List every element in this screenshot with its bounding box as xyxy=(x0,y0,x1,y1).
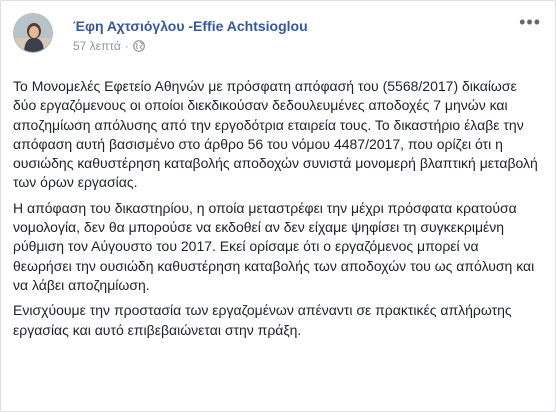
avatar[interactable] xyxy=(13,13,53,53)
post-meta: 57 λεπτά · xyxy=(73,39,145,53)
post-paragraph-2: Η απόφαση του δικαστηρίου, η οποία μετασ… xyxy=(13,199,535,293)
profile-photo xyxy=(14,14,52,52)
more-options-icon[interactable]: ••• xyxy=(519,13,541,31)
post-paragraph-1: Το Μονομελές Εφετείο Αθηνών με πρόσφατη … xyxy=(13,78,538,191)
post-timestamp[interactable]: 57 λεπτά xyxy=(73,39,121,53)
post-header: Έφη Αχτσιόγλου -Effie Achtsioglou 57 λεπ… xyxy=(13,13,543,65)
post-body: Το Μονομελές Εφετείο Αθηνών με πρόσφατη … xyxy=(13,77,541,346)
post-paragraph-3: Ενισχύουμε την προστασία των εργαζομένων… xyxy=(13,302,512,338)
meta-separator: · xyxy=(124,39,129,53)
globe-icon[interactable] xyxy=(132,40,145,52)
facebook-post: Έφη Αχτσιόγλου -Effie Achtsioglou 57 λεπ… xyxy=(0,0,556,412)
author-name[interactable]: Έφη Αχτσιόγλου -Effie Achtsioglou xyxy=(73,18,308,34)
